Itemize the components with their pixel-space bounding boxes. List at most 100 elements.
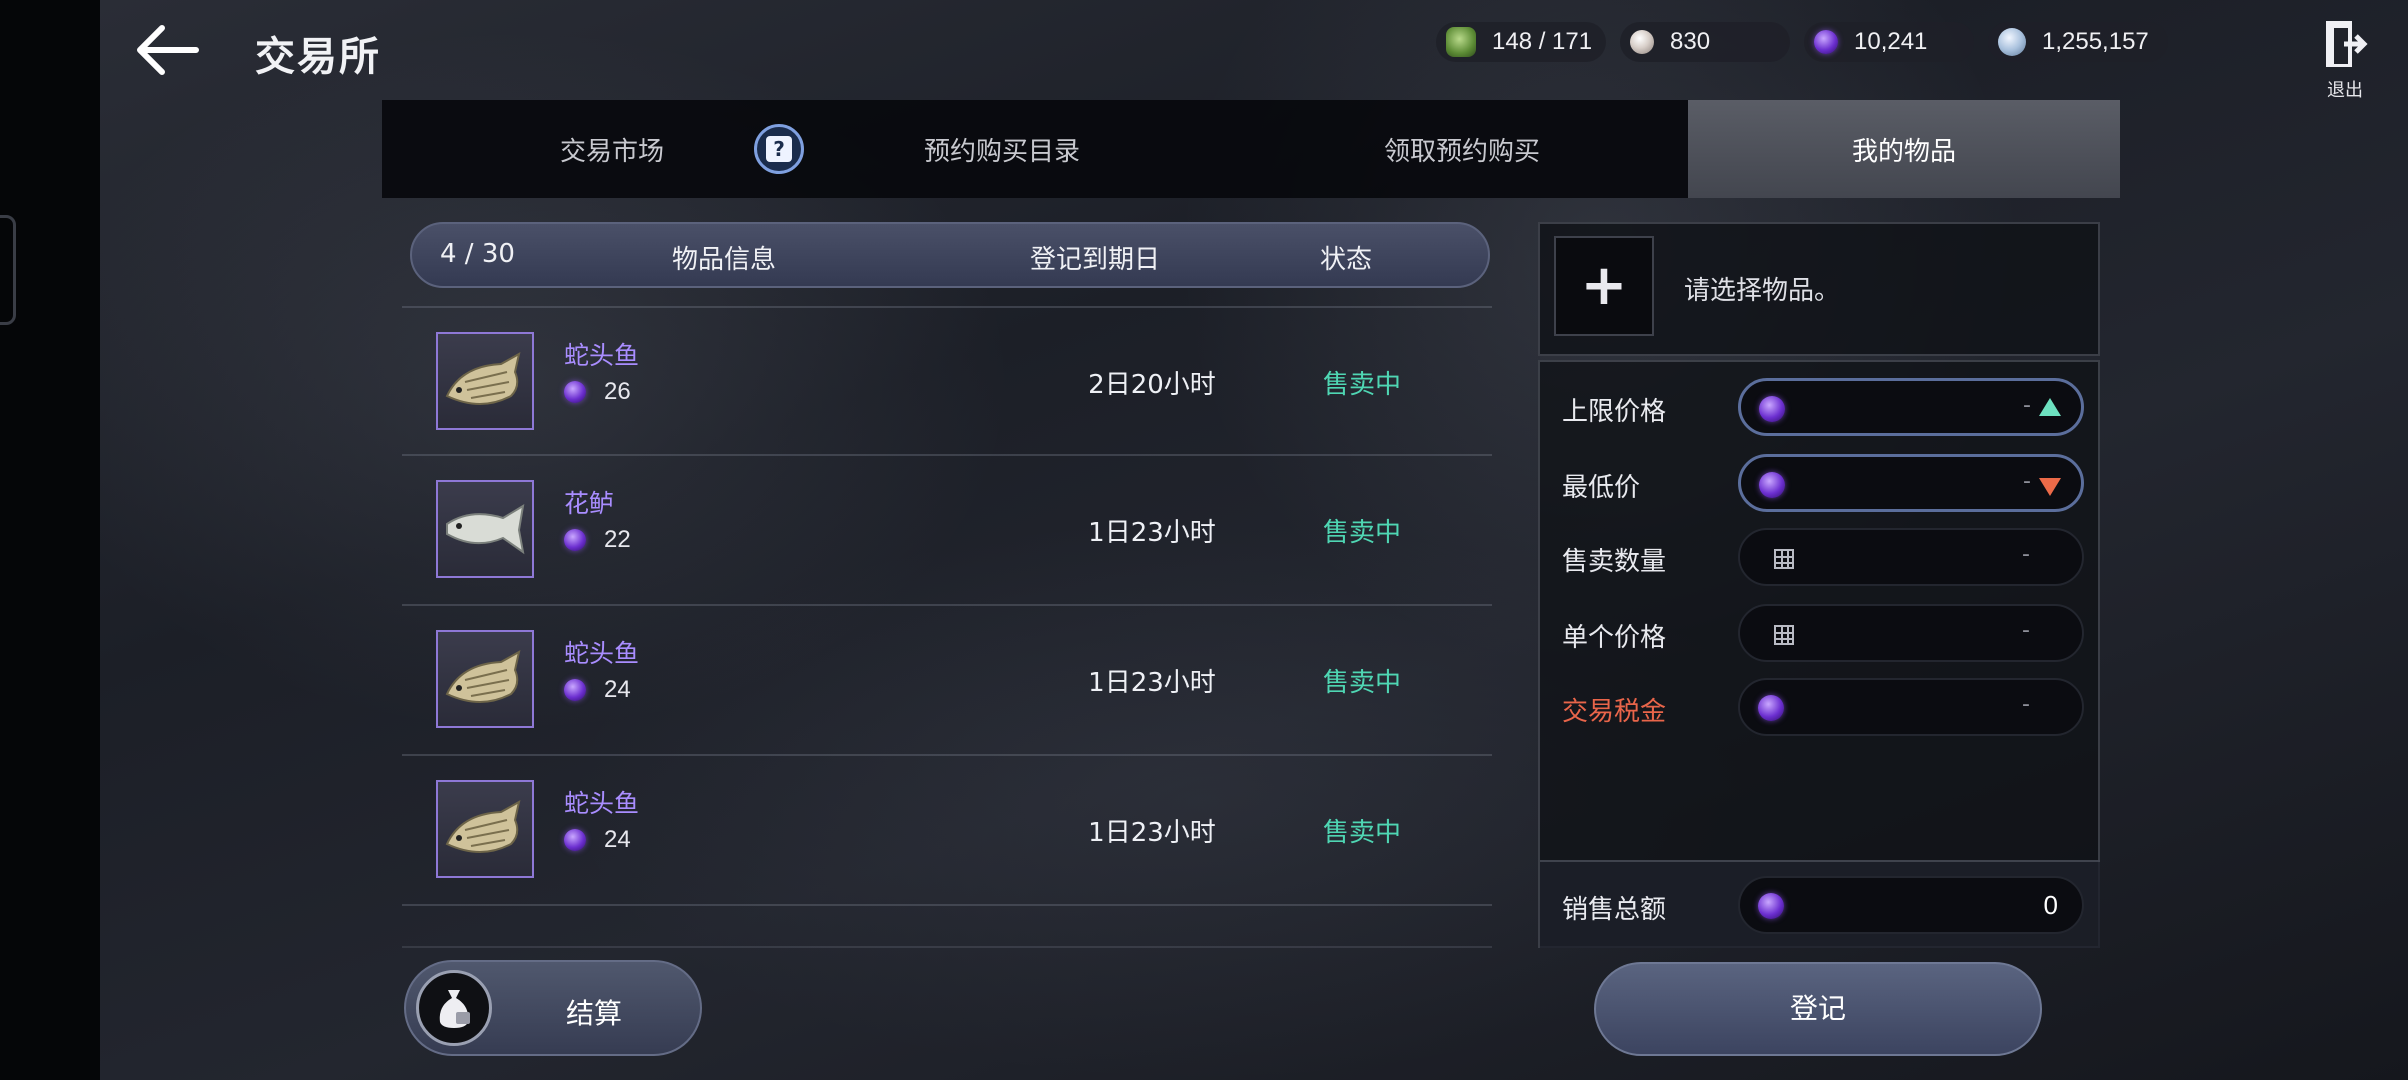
- purple-orb-icon: [1759, 472, 1785, 498]
- quantity-value: -: [2022, 542, 2030, 567]
- item-name: 蛇头鱼: [564, 341, 640, 370]
- tab-my-items-label: 我的物品: [1851, 136, 1956, 167]
- unit-price-field[interactable]: -: [1738, 604, 2084, 662]
- back-arrow-icon: [137, 25, 199, 75]
- purple-orb-icon: [1814, 30, 1838, 54]
- tab-my-items[interactable]: 我的物品: [1688, 100, 2120, 198]
- settle-button[interactable]: 结算: [404, 960, 702, 1056]
- register-button[interactable]: 登记: [1594, 962, 2042, 1056]
- item-name: 蛇头鱼: [564, 789, 640, 818]
- purple-orb-icon: [564, 529, 586, 551]
- plus-icon: +: [1580, 253, 1628, 318]
- pearl-value: 830: [1670, 28, 1711, 55]
- expiry-time: 1日23小时: [1088, 668, 1216, 698]
- add-item-button[interactable]: +: [1554, 236, 1654, 336]
- listing-form: 上限价格 - 最低价 - 售卖数量 - 单个价格 - 交易税金 - 销售总额 0: [1538, 360, 2100, 948]
- item-price: 22: [604, 526, 631, 553]
- status-badge: 售卖中: [1322, 668, 1401, 698]
- arrow-down-icon: [2039, 478, 2061, 496]
- sea-bass-icon: [436, 480, 534, 578]
- currency-energy[interactable]: 148 / 171: [1436, 22, 1606, 62]
- snakehead-fish-icon: [436, 780, 534, 878]
- exit-button[interactable]: 退出: [2318, 18, 2372, 101]
- list-header: 4 / 30 物品信息 登记到期日 状态: [410, 222, 1490, 288]
- tax-value: -: [2022, 692, 2030, 717]
- tab-claim-reservation-label: 领取预约购买: [1383, 136, 1540, 167]
- tax-field: -: [1738, 678, 2084, 736]
- unit-price-label: 单个价格: [1562, 623, 1667, 653]
- tax-row: 交易税金 -: [1540, 678, 2100, 736]
- silver-value: 1,255,157: [2042, 28, 2149, 55]
- item-price: 24: [604, 826, 631, 853]
- status-badge: 售卖中: [1322, 518, 1401, 548]
- total-section: 销售总额 0: [1540, 860, 2100, 948]
- quantity-row: 售卖数量 -: [1540, 528, 2100, 586]
- energy-value: 148 / 171: [1492, 28, 1593, 55]
- tab-reservation-list-label: 预约购买目录: [923, 136, 1080, 167]
- tab-market-label: 交易市场: [559, 136, 664, 167]
- table-row[interactable]: 蛇头鱼 24 1日23小时 售卖中: [402, 604, 1492, 752]
- quantity-field[interactable]: -: [1738, 528, 2084, 586]
- page-title: 交易所: [255, 34, 381, 80]
- pearl-icon: [1630, 30, 1654, 54]
- side-handle: [0, 215, 16, 325]
- item-price: 26: [604, 378, 631, 405]
- tab-claim-reservation[interactable]: 领取预约购买: [1262, 100, 1662, 198]
- help-book-icon[interactable]: ?: [754, 124, 804, 174]
- snakehead-fish-icon: [436, 332, 534, 430]
- arrow-up-icon: [2039, 398, 2061, 416]
- max-price-field[interactable]: -: [1738, 378, 2084, 436]
- currency-silver[interactable]: 1,255,157: [1988, 22, 2168, 62]
- purple-orb-icon: [564, 679, 586, 701]
- table-row[interactable]: 花鲈 22 1日23小时 售卖中: [402, 454, 1492, 602]
- table-row[interactable]: 蛇头鱼 24 1日23小时 售卖中: [402, 754, 1492, 902]
- max-price-row: 上限价格 -: [1540, 378, 2100, 436]
- silver-coin-icon: [1998, 28, 2026, 56]
- item-count: 4 / 30: [440, 239, 515, 269]
- select-item-hint: 请选择物品。: [1684, 276, 1841, 306]
- currency-pearl[interactable]: 830: [1620, 22, 1790, 62]
- snakehead-fish-icon: [436, 630, 534, 728]
- expiry-time: 1日23小时: [1088, 518, 1216, 548]
- energy-icon: [1446, 27, 1476, 57]
- total-field: 0: [1738, 876, 2084, 934]
- min-price-label: 最低价: [1562, 473, 1641, 503]
- item-price: 24: [604, 676, 631, 703]
- tab-bar: 交易市场 ? 预约购买目录 领取预约购买 我的物品: [382, 100, 2120, 198]
- purple-orb-icon: [1759, 396, 1785, 422]
- item-name: 花鲈: [564, 489, 615, 518]
- register-label: 登记: [1789, 992, 1846, 1025]
- max-price-value: -: [2023, 393, 2031, 418]
- total-row: 销售总额 0: [1540, 876, 2100, 934]
- purple-orb-icon: [564, 829, 586, 851]
- min-price-field[interactable]: -: [1738, 454, 2084, 512]
- max-price-label: 上限价格: [1562, 397, 1667, 427]
- currency-orb[interactable]: 10,241: [1804, 22, 1974, 62]
- tab-reservation-list[interactable]: 预约购买目录: [802, 100, 1202, 198]
- min-price-row: 最低价 -: [1540, 454, 2100, 512]
- divider: [402, 904, 1492, 906]
- keypad-icon: [1774, 625, 1794, 645]
- money-bag-icon: [416, 970, 492, 1046]
- orb-value: 10,241: [1854, 28, 1928, 55]
- total-value: 0: [2043, 890, 2058, 920]
- unit-price-row: 单个价格 -: [1540, 604, 2100, 662]
- exit-label: 退出: [2327, 80, 2363, 101]
- expiry-time: 1日23小时: [1088, 818, 1216, 848]
- column-status: 状态: [1320, 245, 1373, 275]
- tax-label: 交易税金: [1562, 697, 1667, 727]
- column-item-info: 物品信息: [672, 245, 777, 275]
- back-button[interactable]: [132, 22, 202, 78]
- min-price-value: -: [2023, 469, 2031, 494]
- item-selector[interactable]: + 请选择物品。: [1538, 222, 2100, 356]
- purple-orb-icon: [1758, 695, 1784, 721]
- purple-orb-icon: [1758, 893, 1784, 919]
- quantity-label: 售卖数量: [1562, 547, 1667, 577]
- status-badge: 售卖中: [1322, 818, 1401, 848]
- column-expiry: 登记到期日: [1030, 245, 1161, 275]
- divider: [402, 946, 1492, 948]
- table-row[interactable]: 蛇头鱼 26 2日20小时 售卖中: [402, 306, 1492, 454]
- settle-label: 结算: [566, 997, 623, 1030]
- exit-door-icon: [2326, 21, 2368, 67]
- status-badge: 售卖中: [1322, 370, 1401, 400]
